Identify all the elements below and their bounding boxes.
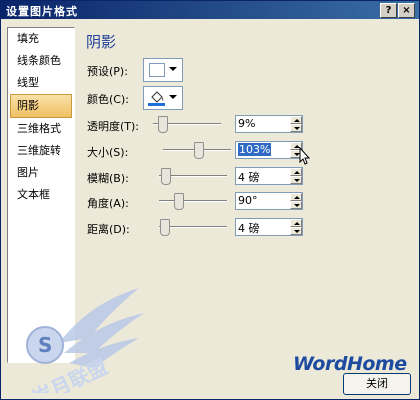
distance-slider[interactable]	[159, 219, 229, 236]
blur-slider[interactable]	[159, 168, 229, 185]
angle-slider[interactable]	[159, 193, 229, 210]
nav-item-text-box[interactable]: 文本框	[8, 184, 74, 206]
nav-item-shadow[interactable]: 阴影	[10, 94, 72, 118]
spin-up-icon[interactable]	[290, 219, 302, 227]
slider-thumb[interactable]	[174, 193, 184, 210]
spin-up-icon[interactable]	[290, 168, 302, 176]
nav-item-line-style[interactable]: 线型	[8, 72, 74, 94]
paint-bucket-icon	[148, 89, 166, 109]
chevron-down-icon	[169, 95, 177, 99]
nav-item-picture[interactable]: 图片	[8, 162, 74, 184]
setting-label: 角度(A):	[87, 197, 129, 210]
spin-up-icon[interactable]	[290, 116, 302, 124]
color-dropdown[interactable]	[143, 86, 183, 110]
spin-up-icon[interactable]	[290, 193, 302, 201]
nav-item-3d-rotation[interactable]: 三维旋转	[8, 140, 74, 162]
window-title: 设置图片格式	[6, 5, 78, 18]
color-label: 颜色(C):	[87, 93, 129, 106]
blur-spinner[interactable]: 4 磅	[235, 167, 303, 185]
setting-label: 模糊(B):	[87, 172, 129, 185]
transparency-slider[interactable]	[153, 116, 223, 133]
setting-label: 距离(D):	[87, 223, 130, 236]
setting-label: 透明度(T):	[87, 120, 140, 133]
size-slider[interactable]	[163, 142, 233, 159]
setting-value[interactable]: 90°	[238, 194, 258, 207]
distance-spinner[interactable]: 4 磅	[235, 218, 303, 236]
nav-item-fill[interactable]: 填充	[8, 28, 74, 50]
transparency-spinner[interactable]: 9%	[235, 115, 303, 133]
setting-value[interactable]: 103%	[238, 143, 272, 156]
setting-label: 大小(S):	[87, 146, 129, 159]
spin-down-icon[interactable]	[290, 227, 302, 235]
wordhome-watermark: WordHome	[293, 353, 407, 375]
angle-spinner[interactable]: 90°	[235, 192, 303, 210]
presets-dropdown[interactable]	[143, 58, 183, 82]
close-button[interactable]: 关闭	[343, 373, 411, 395]
nav-item-line-color[interactable]: 线条颜色	[8, 50, 74, 72]
slider-thumb[interactable]	[158, 116, 169, 133]
title-bar: 设置图片格式 ? ×	[1, 1, 419, 19]
slider-thumb[interactable]	[161, 168, 172, 185]
spin-down-icon[interactable]	[290, 124, 302, 132]
section-title: 阴影	[86, 33, 117, 51]
svg-text:S: S	[38, 333, 52, 357]
format-picture-dialog: 设置图片格式 ? × 填充 线条颜色 线型 阴影 三维格式 三维旋转 图片 文本…	[0, 0, 420, 400]
nav-item-3d-format[interactable]: 三维格式	[8, 118, 74, 140]
setting-value[interactable]: 4 磅	[238, 169, 260, 185]
slider-thumb[interactable]	[194, 142, 205, 159]
mouse-cursor-icon	[299, 146, 311, 168]
close-window-button[interactable]: ×	[398, 3, 415, 18]
shadow-preset-icon	[149, 63, 165, 77]
spin-down-icon[interactable]	[290, 201, 302, 209]
setting-value[interactable]: 4 磅	[238, 220, 260, 236]
size-spinner[interactable]: 103%	[235, 141, 303, 159]
help-button[interactable]: ?	[380, 3, 397, 18]
chevron-down-icon	[169, 67, 177, 71]
slider-thumb[interactable]	[160, 219, 171, 236]
site-logo: S 岁月联盟	[19, 283, 149, 400]
presets-label: 预设(P):	[87, 65, 128, 78]
spin-down-icon[interactable]	[290, 176, 302, 184]
setting-value[interactable]: 9%	[238, 117, 255, 130]
